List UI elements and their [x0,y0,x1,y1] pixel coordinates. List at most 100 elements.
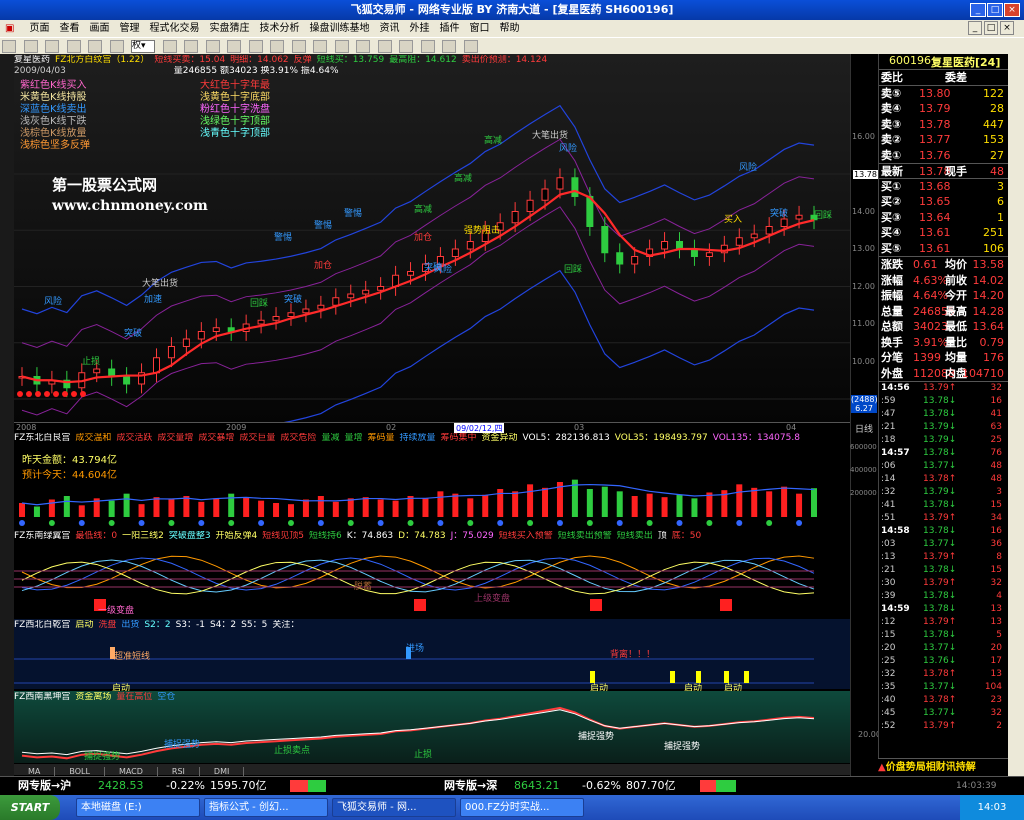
menu-item-2[interactable]: 画面 [84,20,114,37]
print-icon[interactable] [66,40,81,53]
quote-b: 最高 [945,304,967,318]
menu-item-1[interactable]: 查看 [54,20,84,37]
system-icon[interactable] [334,40,349,53]
right-scrollbar[interactable] [1008,54,1024,776]
tools-icon[interactable] [442,40,456,53]
formula-icon[interactable] [356,40,370,53]
task-formula-label: 指标公式 - 创幻... [209,802,289,813]
volume-header-7: 量减 [321,433,340,443]
quote-av: 34023 [913,320,948,333]
chart-annotation: 风险 [739,161,757,173]
menu-item-7[interactable]: 操盘训练基地 [304,20,374,37]
grid-icon[interactable] [205,40,220,53]
close-button[interactable]: × [1004,3,1020,17]
menu-item-12[interactable]: 帮助 [494,20,524,37]
volume-bar [631,496,638,517]
calendar-icon[interactable] [270,40,284,53]
indicator-icon[interactable] [162,40,177,53]
volume-axis-label: 200000 [850,489,877,497]
sells-volume: 122 [983,86,1004,100]
signal-header-6: S4：2 [209,620,237,630]
open-icon[interactable] [2,40,16,53]
help-icon[interactable] [463,40,478,53]
tick-row: :35 13.77↓ 104 [879,681,1008,694]
maximize-button[interactable]: □ [987,3,1003,17]
tick-row: :21 13.79↓ 63 [879,421,1008,434]
menu-item-3[interactable]: 管理 [114,20,144,37]
menu-item-5[interactable]: 实盘猜庄 [204,20,254,37]
bottom-tabs[interactable]: ▲价盘势局相财讯持解 [878,758,1008,776]
child-close-button[interactable]: × [1000,21,1014,35]
tick-p: 13.77↓ [923,682,957,692]
signal-bar [724,671,729,683]
menu-item-10[interactable]: 插件 [434,20,464,37]
volume-header-8: 量增 [344,433,363,443]
menu-item-8[interactable]: 资讯 [374,20,404,37]
buys-label: 买② [881,195,902,208]
zoom-out-icon[interactable] [109,40,124,53]
tick-t: :39 [881,591,896,601]
tick-v: 76 [990,448,1002,458]
volume-bar [422,498,429,517]
menu-item-9[interactable]: 外挂 [404,20,434,37]
news-icon[interactable] [420,40,435,53]
quan-select[interactable]: 权▾ [131,40,155,53]
tick-t: :41 [881,500,896,510]
tick-row: :03 13.77↓ 36 [879,538,1008,551]
volume-header-2: 成交活跃 [116,433,153,443]
kdj-signal-block [720,599,732,611]
tick-t: :15 [881,630,896,640]
task-feihu[interactable]: 飞狐交易师 - 网... [332,798,456,817]
menu-item-4[interactable]: 程式化交易 [144,20,204,37]
volume-chart[interactable] [14,433,850,529]
link-icon[interactable] [88,40,102,53]
start-button[interactable]: START [0,795,60,820]
report-icon[interactable] [399,40,413,53]
volume-marker [78,520,85,526]
child-minimize-button[interactable]: _ [968,21,982,35]
warning-icon[interactable] [313,40,327,53]
tick-list: 14:56 13.79↑ 32:59 13.78↓ 16:47 13.78↓ 41:21 13… [879,382,1008,733]
layout-icon[interactable] [377,40,392,53]
wei-bi-label: 委比 [881,71,903,84]
candle-body [123,376,131,385]
chart-icon[interactable] [227,40,241,53]
kdj-header-10: 短线买入预警 [498,531,553,541]
volume-bar [467,498,474,517]
compare-icon[interactable] [184,40,198,53]
tick-p: 13.76↓ [923,656,957,666]
table-icon[interactable] [291,40,306,53]
status-bar: 网专版→沪 2428.53 -0.22% 1595.70亿 网专版→深 8643… [0,776,1024,795]
book-icon[interactable] [248,40,263,53]
signal-dot [71,391,77,397]
volume-marker [108,520,115,526]
volume-marker [287,520,294,526]
quote-av: 4.64% [913,289,948,302]
back-icon[interactable] [23,40,38,53]
menu-item-6[interactable]: 技术分析 [254,20,304,37]
sells-row: 卖③ 13.78 447 [879,117,1008,133]
app-menu-icon[interactable]: ▣ [0,20,19,37]
tick-p: 13.79↑ [923,383,957,393]
forward-icon[interactable] [45,40,59,53]
volume-bar [273,503,280,517]
task-explorer[interactable]: 本地磁盘 (E:) [76,798,200,817]
minimize-button[interactable]: _ [970,3,986,17]
quote-bv: 14.20 [972,289,1005,302]
candle-body [167,346,175,359]
tick-v: 8 [996,552,1002,562]
kdj-header-3: 突破盘整3 [168,531,211,541]
legend-item-4: 浅棕色K线放量 [20,128,87,139]
menu-item-0[interactable]: 页面 [24,20,54,37]
child-restore-button[interactable]: □ [984,21,998,35]
kdj-header-4: 开始反弹4 [215,531,258,541]
chart-annotation: 大笔出货 [142,277,178,289]
quote-row: 振幅 4.64% 今开 14.20 [879,288,1008,304]
task-fz[interactable]: 000.FZ分时实战... [460,798,584,817]
volume-axis: 600000 400000 200000 [850,433,878,529]
menu-item-11[interactable]: 窗口 [464,20,494,37]
tick-p: 13.78↑ [923,669,957,679]
kdj-chart[interactable] [14,531,850,617]
task-formula[interactable]: 指标公式 - 创幻... [204,798,328,817]
legend-item-7: 浅黄色十字底部 [200,92,270,103]
